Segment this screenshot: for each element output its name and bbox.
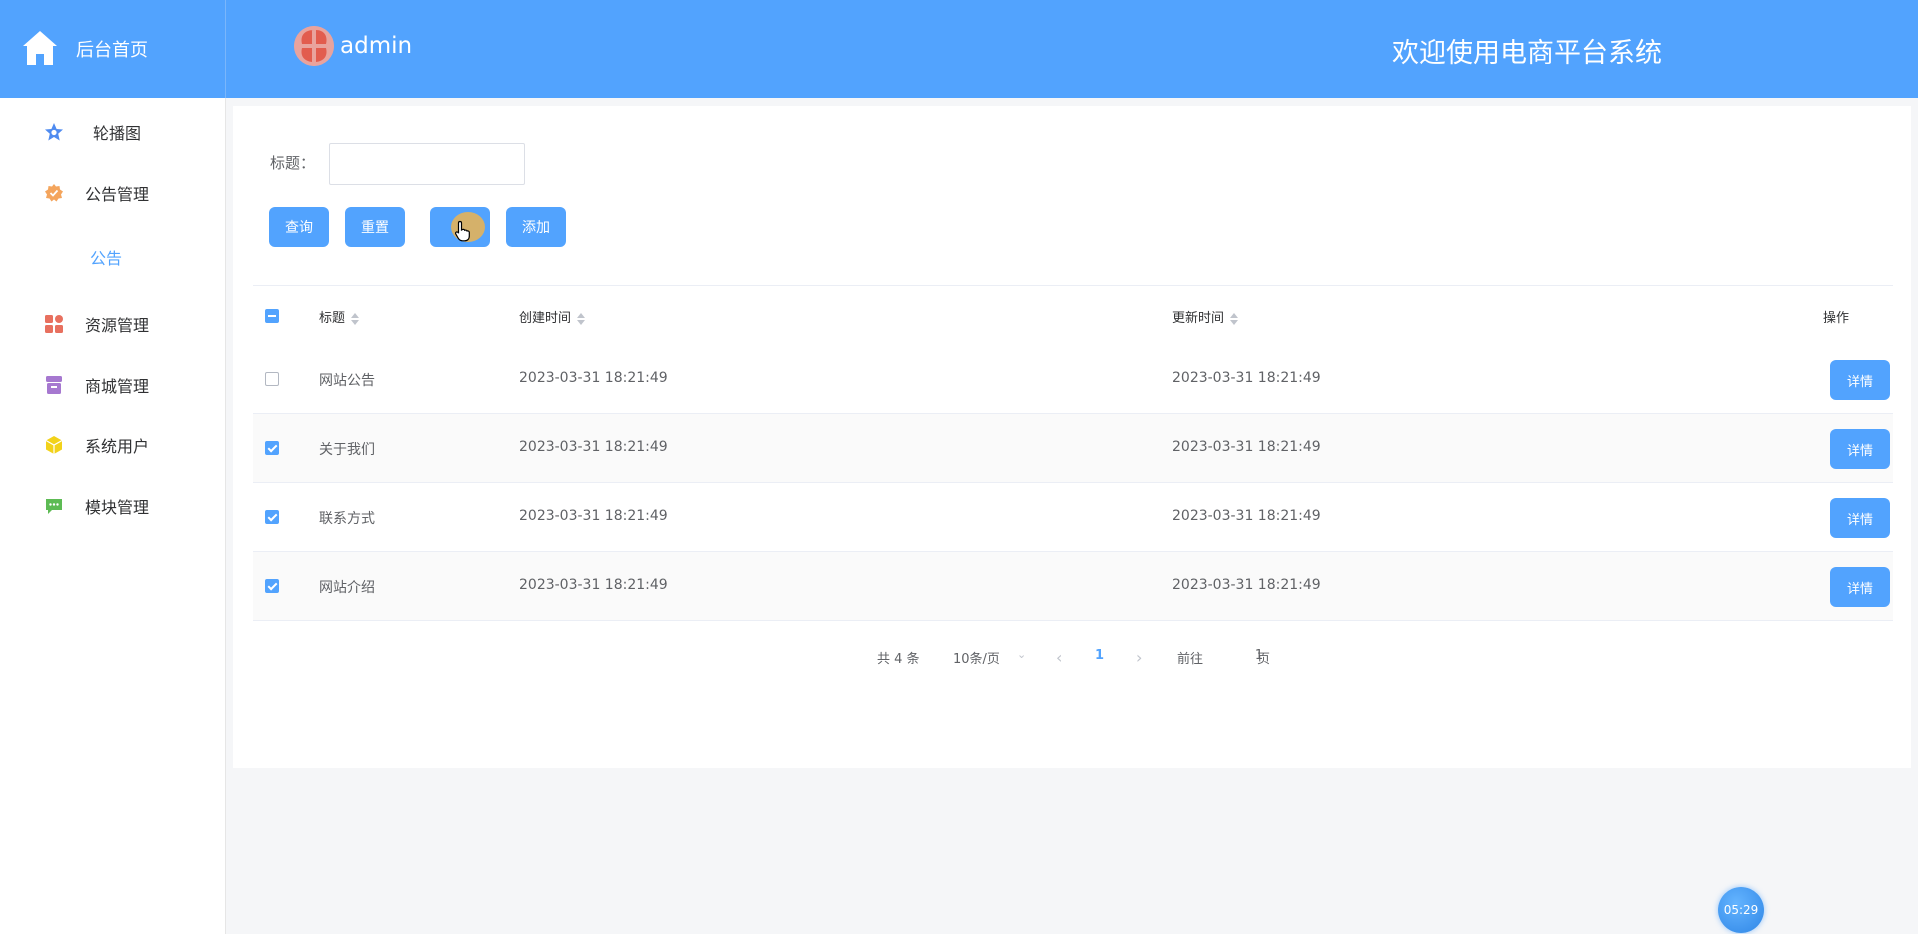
table-row: 网站公告 2023-03-31 18:21:49 2023-03-31 18:2… (253, 345, 1893, 414)
row-title: 网站介绍 (319, 580, 375, 596)
sidebar-item-system-users[interactable]: 系统用户 (0, 425, 225, 465)
row-updated-time: 2023-03-31 18:21:49 (1172, 439, 1321, 455)
row-updated-time: 2023-03-31 18:21:49 (1172, 370, 1321, 386)
cube-icon (45, 436, 63, 454)
column-header-label: 标题 (319, 311, 346, 326)
row-created-time: 2023-03-31 18:21:49 (519, 370, 668, 386)
page-size-select[interactable]: 10条/页 ⌄ (951, 640, 1065, 670)
sort-icon[interactable] (351, 312, 360, 325)
sidebar-item-label: 轮播图 (93, 124, 142, 143)
row-title: 联系方式 (319, 511, 375, 527)
table-row: 关于我们 2023-03-31 18:21:49 2023-03-31 18:2… (253, 414, 1893, 483)
avatar-image (294, 26, 334, 66)
welcome-title: 欢迎使用电商平台系统 (1392, 38, 1662, 69)
user-name[interactable]: admin (340, 33, 412, 59)
chevron-down-icon: ⌄ (1017, 648, 1027, 661)
title-search-input[interactable] (329, 143, 525, 185)
select-all-checkbox[interactable] (265, 309, 279, 323)
main-panel: 标题： 查询 重置 删除 添加 标题 创建时间 更新时间 操作 网站公告 202… (233, 106, 1911, 768)
row-title: 关于我们 (319, 442, 375, 458)
grid-icon (45, 315, 63, 333)
sidebar-item-label: 模块管理 (85, 498, 150, 517)
floating-clock[interactable]: 05:29 (1718, 887, 1764, 933)
column-header-created[interactable]: 创建时间 (519, 307, 586, 326)
home-icon (23, 31, 57, 65)
column-header-label: 创建时间 (519, 311, 572, 326)
home-link[interactable]: 后台首页 (0, 0, 226, 98)
sidebar-item-label: 商城管理 (85, 377, 150, 396)
sidebar-subitem-notice[interactable]: 公告 (0, 235, 225, 275)
detail-button[interactable]: 详情 (1830, 360, 1890, 400)
prev-page-icon[interactable]: ‹ (1056, 648, 1062, 667)
row-created-time: 2023-03-31 18:21:49 (519, 508, 668, 524)
row-created-time: 2023-03-31 18:21:49 (519, 439, 668, 455)
column-header-action: 操作 (1823, 311, 1850, 326)
table-row: 网站介绍 2023-03-31 18:21:49 2023-03-31 18:2… (253, 552, 1893, 621)
page-number-current[interactable]: 1 (1095, 648, 1104, 663)
sidebar-item-resource-management[interactable]: 资源管理 (0, 304, 225, 344)
column-header-title[interactable]: 标题 (319, 307, 360, 326)
badge-icon (45, 184, 63, 202)
sidebar-item-label: 公告管理 (85, 185, 150, 204)
sort-icon[interactable] (1230, 312, 1239, 325)
sidebar-item-label: 系统用户 (85, 437, 150, 456)
query-button[interactable]: 查询 (269, 207, 329, 247)
sidebar-item-module-management[interactable]: 模块管理 (0, 486, 225, 526)
top-bar: 后台首页 admin 欢迎使用电商平台系统 (0, 0, 1918, 98)
sidebar-item-carousel[interactable]: 轮播图 (0, 112, 225, 152)
next-page-icon[interactable]: › (1136, 648, 1142, 667)
row-updated-time: 2023-03-31 18:21:49 (1172, 508, 1321, 524)
goto-prefix: 前往 (1177, 652, 1204, 667)
home-label: 后台首页 (76, 40, 148, 61)
sidebar: 轮播图 公告管理 公告 资源管理 商城管理 系统用户 模块管理 (0, 98, 226, 934)
box-icon (46, 376, 62, 394)
pointer-hand-icon (454, 220, 470, 242)
row-checkbox[interactable] (265, 372, 279, 386)
row-created-time: 2023-03-31 18:21:49 (519, 577, 668, 593)
sidebar-item-notice-management[interactable]: 公告管理 (0, 173, 225, 213)
page-size-label: 10条/页 (953, 652, 1000, 667)
table-row: 联系方式 2023-03-31 18:21:49 2023-03-31 18:2… (253, 483, 1893, 552)
detail-button[interactable]: 详情 (1830, 498, 1890, 538)
sidebar-item-mall-management[interactable]: 商城管理 (0, 365, 225, 405)
row-checkbox[interactable] (265, 579, 279, 593)
avatar[interactable] (294, 26, 334, 66)
search-label: 标题： (270, 154, 316, 172)
row-checkbox[interactable] (265, 510, 279, 524)
reset-button[interactable]: 重置 (345, 207, 405, 247)
add-button[interactable]: 添加 (506, 207, 566, 247)
column-header-updated[interactable]: 更新时间 (1172, 307, 1239, 326)
star-icon (45, 123, 63, 141)
sort-icon[interactable] (577, 312, 586, 325)
detail-button[interactable]: 详情 (1830, 429, 1890, 469)
chat-icon (46, 499, 62, 514)
table-header: 标题 创建时间 更新时间 操作 (253, 285, 1893, 345)
sidebar-subitem-label: 公告 (90, 249, 123, 268)
detail-button[interactable]: 详情 (1830, 567, 1890, 607)
pagination: 共 4 条 10条/页 ⌄ ‹ 1 › 前往 页 (233, 640, 1911, 670)
row-title: 网站公告 (319, 373, 375, 389)
sidebar-item-label: 资源管理 (85, 316, 150, 335)
row-updated-time: 2023-03-31 18:21:49 (1172, 577, 1321, 593)
column-header-label: 更新时间 (1172, 311, 1225, 326)
pagination-total: 共 4 条 (877, 652, 920, 667)
goto-suffix: 页 (1257, 652, 1271, 667)
row-checkbox[interactable] (265, 441, 279, 455)
